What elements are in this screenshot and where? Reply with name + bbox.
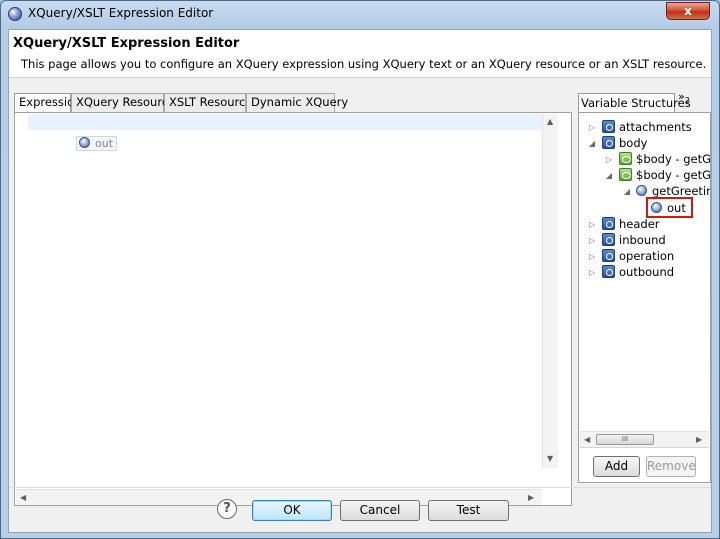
scroll-left-arrow-icon[interactable]: ◀ <box>584 435 590 444</box>
dialog-window: XQuery/XSLT Expression Editor x XQuery/X… <box>0 0 720 539</box>
tab-xslt-resources[interactable]: XSLT Resources <box>164 93 258 112</box>
tree-item-body[interactable]: ◢ body <box>587 135 647 151</box>
scroll-left-arrow-icon[interactable]: ◀ <box>20 493 26 502</box>
cancel-button[interactable]: Cancel <box>340 500 420 521</box>
dialog-header: XQuery/XSLT Expression Editor This page … <box>9 30 711 78</box>
tree-item-label: $body - getGre <box>636 168 711 182</box>
scrollbar-thumb[interactable]: III <box>596 434 654 445</box>
ok-button[interactable]: OK <box>252 500 332 521</box>
expression-panel: out ▲ ▼ ◀ ▶ <box>14 112 572 506</box>
app-icon <box>8 7 22 21</box>
tree-item-label: body <box>619 136 648 150</box>
variable-icon <box>602 136 615 149</box>
tree-item-attachments[interactable]: ▷ attachments <box>587 119 692 135</box>
add-variable-button[interactable]: Add <box>593 456 640 477</box>
help-icon[interactable]: ? <box>217 499 237 519</box>
tab-variable-structures[interactable]: Variable Structures <box>578 93 691 113</box>
selection-highlight-box <box>646 197 693 218</box>
scroll-right-arrow-icon[interactable]: ▶ <box>696 435 702 444</box>
tree-item-inbound[interactable]: ▷ inbound <box>587 232 666 248</box>
variable-icon <box>602 217 615 230</box>
collapse-triangle-icon[interactable]: ◢ <box>604 168 614 184</box>
divider <box>580 447 709 448</box>
element-icon <box>619 168 632 181</box>
tree-item-body-getgreeting-1[interactable]: ▷ $body - getGre <box>604 151 711 168</box>
test-button[interactable]: Test <box>428 500 509 521</box>
expand-triangle-icon[interactable]: ▷ <box>587 233 597 249</box>
editor-vertical-scrollbar[interactable]: ▲ ▼ <box>542 114 558 468</box>
dialog-description: This page allows you to configure an XQu… <box>21 57 707 71</box>
editor-token-label: out <box>95 137 114 150</box>
tree-horizontal-scrollbar[interactable]: ◀ III ▶ <box>580 431 709 447</box>
tree-item-operation[interactable]: ▷ operation <box>587 248 674 264</box>
scroll-up-arrow-icon[interactable]: ▲ <box>547 117 553 126</box>
tree-item-label: inbound <box>619 233 666 247</box>
tree-item-label: header <box>619 217 660 231</box>
editor-token-out[interactable]: out <box>76 136 118 151</box>
expression-editor[interactable]: out <box>28 114 542 468</box>
tab-xquery-resources[interactable]: XQuery Resources <box>71 93 181 112</box>
collapse-triangle-icon[interactable]: ◢ <box>587 136 597 152</box>
dialog-client-area: XQuery/XSLT Expression Editor This page … <box>8 29 712 533</box>
title-bar[interactable]: XQuery/XSLT Expression Editor x <box>1 1 719 27</box>
tree-item-label: getGreeting <box>652 184 710 198</box>
scroll-right-arrow-icon[interactable]: ▶ <box>528 493 534 502</box>
variable-icon <box>602 120 615 133</box>
tree-item-label: attachments <box>619 120 692 134</box>
element-circle-icon <box>79 137 90 148</box>
more-tabs-button[interactable]: »2 <box>678 90 690 105</box>
window-title: XQuery/XSLT Expression Editor <box>28 6 214 20</box>
expand-triangle-icon[interactable]: ▷ <box>587 249 597 265</box>
tree-item-label: outbound <box>619 265 675 279</box>
variable-icon <box>602 249 615 262</box>
tree-item-header[interactable]: ▷ header <box>587 216 660 232</box>
collapse-triangle-icon[interactable]: ◢ <box>622 184 632 200</box>
dialog-title: XQuery/XSLT Expression Editor <box>13 36 240 51</box>
tree-item-label: $body - getGre <box>636 152 711 166</box>
remove-variable-button[interactable]: Remove <box>646 456 696 477</box>
variable-icon <box>602 233 615 246</box>
scroll-down-arrow-icon[interactable]: ▼ <box>547 454 553 463</box>
chevron-double-right-icon: » <box>678 90 685 103</box>
more-tabs-count: 2 <box>684 96 690 106</box>
tab-dynamic-xquery[interactable]: Dynamic XQuery <box>246 93 348 112</box>
variable-icon <box>602 265 615 278</box>
variable-structures-panel: ▷ attachments ◢ body ▷ $body - getGre ◢ $bod… <box>578 112 711 483</box>
tree-item-body-getgreeting-2[interactable]: ◢ $body - getGre <box>604 167 711 184</box>
tree-item-label: operation <box>619 249 675 263</box>
element-circle-icon <box>636 185 647 196</box>
expand-triangle-icon[interactable]: ▷ <box>604 152 614 168</box>
expand-triangle-icon[interactable]: ▷ <box>587 265 597 281</box>
expand-triangle-icon[interactable]: ▷ <box>587 217 597 233</box>
current-line-highlight <box>28 114 542 130</box>
footer-divider <box>9 487 711 488</box>
tab-expression[interactable]: Expression <box>14 93 81 113</box>
tree-item-outbound[interactable]: ▷ outbound <box>587 264 674 280</box>
element-icon <box>619 152 632 165</box>
close-button[interactable]: x <box>666 2 710 20</box>
expand-triangle-icon[interactable]: ▷ <box>587 120 597 136</box>
